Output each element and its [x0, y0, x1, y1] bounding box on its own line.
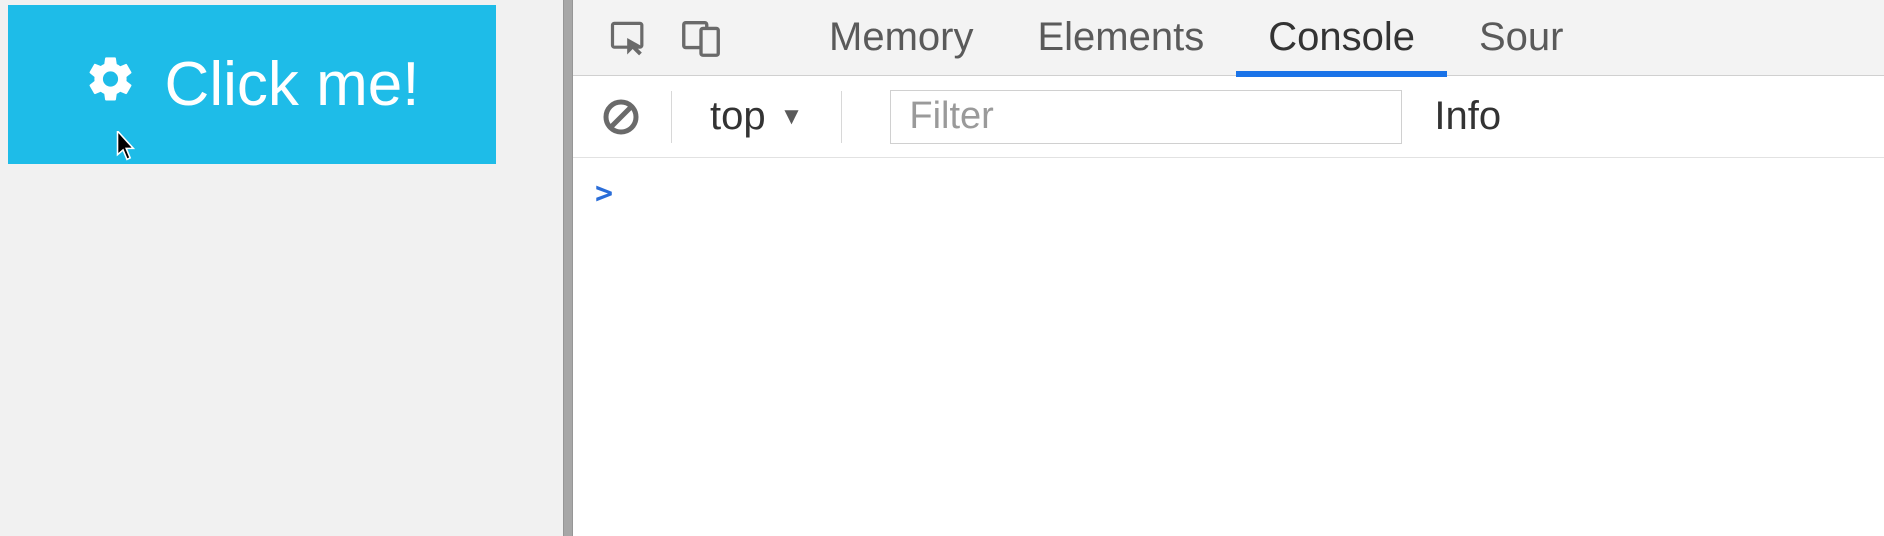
devtools-tabbar: Memory Elements Console Sour [573, 0, 1884, 76]
console-prompt-icon: > [595, 176, 613, 211]
chevron-down-icon: ▼ [780, 103, 804, 131]
toggle-device-toolbar-icon[interactable] [665, 0, 737, 76]
execution-context-select[interactable]: top ▼ [692, 94, 821, 139]
click-me-button[interactable]: Click me! [8, 5, 496, 164]
devtools-panel: Memory Elements Console Sour top ▼ Info … [573, 0, 1884, 536]
select-element-icon[interactable] [593, 0, 665, 76]
tab-console[interactable]: Console [1236, 0, 1447, 76]
log-level-select[interactable]: Info [1434, 94, 1501, 139]
toolbar-separator [671, 91, 672, 143]
tab-memory[interactable]: Memory [797, 0, 1005, 76]
toolbar-separator [841, 91, 842, 143]
clear-console-icon[interactable] [591, 87, 651, 147]
tab-elements[interactable]: Elements [1005, 0, 1236, 76]
page-viewport: Click me! [0, 0, 563, 536]
console-toolbar: top ▼ Info [573, 76, 1884, 158]
click-me-button-label: Click me! [165, 49, 420, 120]
cursor-icon [116, 131, 138, 169]
tab-sources[interactable]: Sour [1447, 0, 1596, 76]
console-filter-input[interactable] [890, 90, 1402, 144]
gear-icon [85, 49, 137, 120]
pane-divider[interactable] [563, 0, 573, 536]
execution-context-label: top [710, 94, 766, 139]
console-output[interactable]: > [573, 158, 1884, 536]
